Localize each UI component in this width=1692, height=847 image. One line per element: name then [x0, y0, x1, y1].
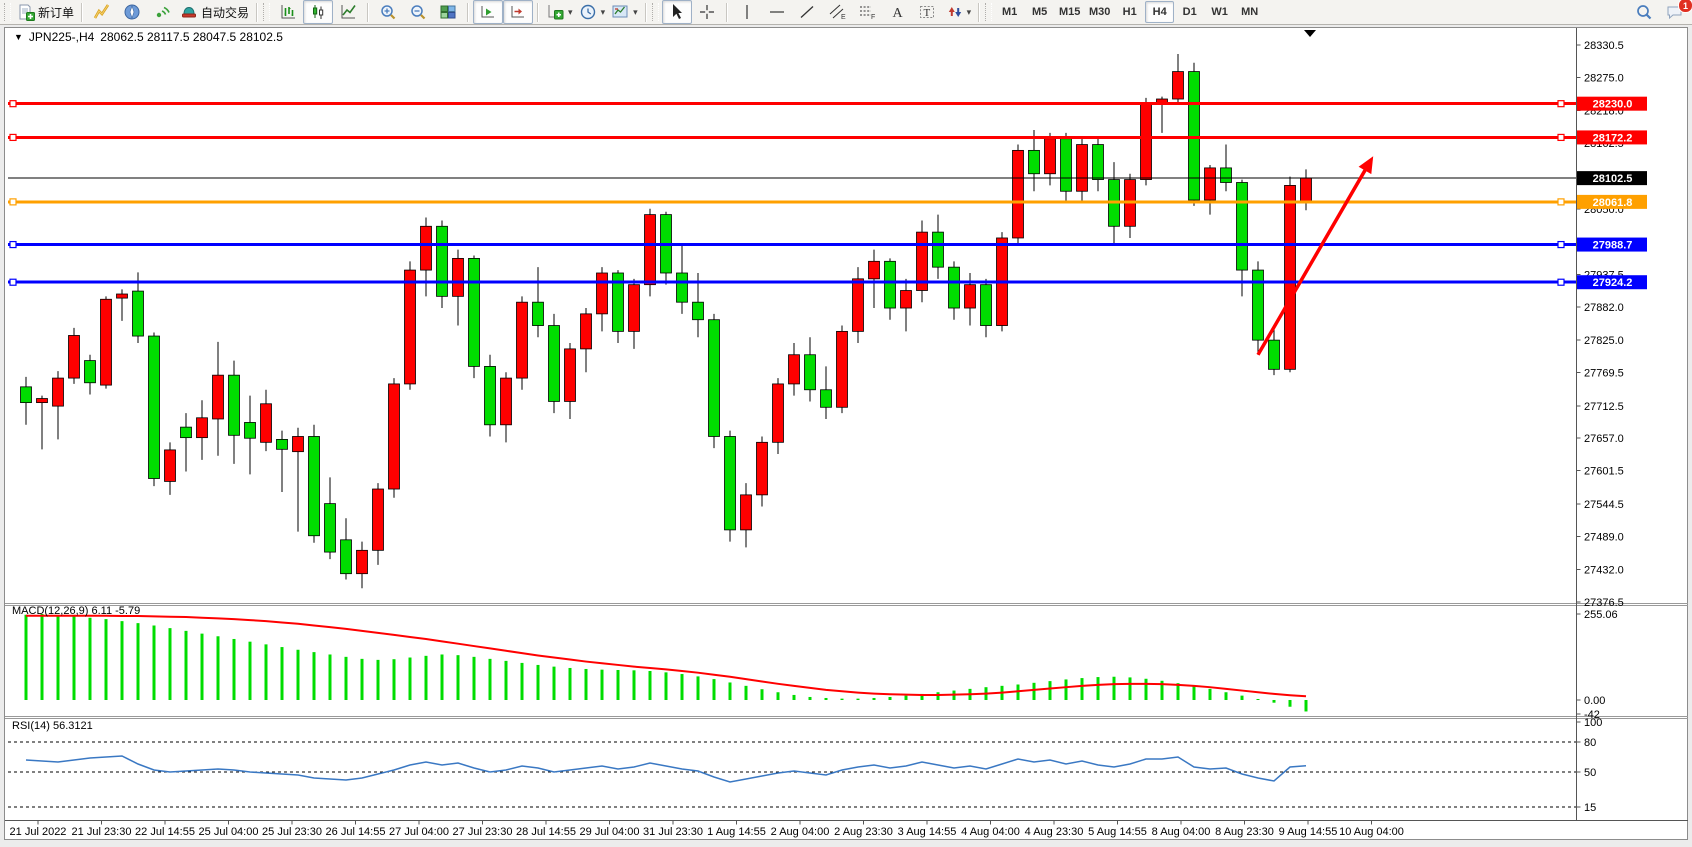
svg-text:31 Jul 23:30: 31 Jul 23:30 [643, 826, 703, 838]
chart-ohlc-values: 28062.5 28117.5 28047.5 28102.5 [100, 30, 283, 44]
macd-panel: 255.060.00-42 [26, 609, 1618, 721]
chart-canvas[interactable]: 28330.528275.028218.028162.528050.027937… [0, 0, 1692, 847]
svg-text:27769.5: 27769.5 [1584, 368, 1624, 380]
svg-text:27 Jul 23:30: 27 Jul 23:30 [453, 826, 513, 838]
svg-text:27432.0: 27432.0 [1584, 565, 1624, 577]
trend-arrow[interactable] [1258, 156, 1373, 355]
svg-text:255.06: 255.06 [1584, 609, 1618, 621]
svg-text:27 Jul 04:00: 27 Jul 04:00 [389, 826, 449, 838]
candlesticks [21, 54, 1312, 588]
svg-text:0.00: 0.00 [1584, 695, 1605, 707]
svg-text:27376.5: 27376.5 [1584, 597, 1624, 609]
hline-28230.0[interactable]: 28230.0 [8, 97, 1647, 111]
svg-text:8 Aug 04:00: 8 Aug 04:00 [1152, 826, 1211, 838]
svg-text:27544.5: 27544.5 [1584, 499, 1624, 511]
svg-text:28172.2: 28172.2 [1593, 132, 1633, 144]
svg-text:15: 15 [1584, 802, 1596, 814]
svg-text:28275.0: 28275.0 [1584, 72, 1624, 84]
svg-text:26 Jul 14:55: 26 Jul 14:55 [326, 826, 386, 838]
hline-27924.2[interactable]: 27924.2 [8, 275, 1647, 289]
svg-text:28061.8: 28061.8 [1593, 197, 1633, 209]
hline-28102.5[interactable]: 28102.5 [8, 171, 1647, 185]
hline-28172.2[interactable]: 28172.2 [8, 130, 1647, 144]
svg-text:27712.5: 27712.5 [1584, 401, 1624, 413]
svg-text:5 Aug 14:55: 5 Aug 14:55 [1088, 826, 1147, 838]
rsi-panel: 100 80 50 15 [8, 717, 1602, 814]
svg-text:27825.0: 27825.0 [1584, 335, 1624, 347]
svg-text:1 Aug 14:55: 1 Aug 14:55 [707, 826, 766, 838]
svg-text:8 Aug 23:30: 8 Aug 23:30 [1215, 826, 1274, 838]
hline-27988.7[interactable]: 27988.7 [8, 238, 1647, 252]
hline-28061.8[interactable]: 28061.8 [8, 195, 1647, 209]
time-axis: 21 Jul 2022 21 Jul 23:3022 Jul 14:55 25 Ju… [10, 821, 1404, 839]
svg-text:27882.0: 27882.0 [1584, 302, 1624, 314]
svg-text:4 Aug 04:00: 4 Aug 04:00 [961, 826, 1020, 838]
svg-text:10 Aug 04:00: 10 Aug 04:00 [1339, 826, 1404, 838]
chart-shift-marker-icon[interactable] [1304, 30, 1316, 37]
svg-text:28230.0: 28230.0 [1593, 99, 1633, 111]
svg-text:25 Jul 23:30: 25 Jul 23:30 [262, 826, 322, 838]
collapse-triangle-icon[interactable]: ▼ [14, 32, 23, 42]
price-axis: 28330.528275.028218.028162.528050.027937… [1577, 40, 1624, 609]
svg-text:27657.0: 27657.0 [1584, 433, 1624, 445]
chart-title-bar: ▼ JPN225-,H4 28062.5 28117.5 28047.5 281… [14, 30, 283, 44]
svg-text:22 Jul 14:55: 22 Jul 14:55 [135, 826, 195, 838]
macd-indicator-label: MACD(12,26,9) 6.11 -5.79 [12, 605, 140, 617]
svg-text:80: 80 [1584, 737, 1596, 749]
svg-text:2 Aug 04:00: 2 Aug 04:00 [771, 826, 830, 838]
svg-text:28 Jul 14:55: 28 Jul 14:55 [516, 826, 576, 838]
svg-text:27489.0: 27489.0 [1584, 531, 1624, 543]
svg-text:21 Jul 2022: 21 Jul 2022 [10, 826, 67, 838]
svg-text:29 Jul 04:00: 29 Jul 04:00 [580, 826, 640, 838]
svg-text:100: 100 [1584, 717, 1602, 729]
panel-separators [5, 28, 1688, 821]
svg-text:27601.5: 27601.5 [1584, 466, 1624, 478]
rsi-indicator-label: RSI(14) 56.3121 [12, 720, 93, 732]
svg-text:25 Jul 04:00: 25 Jul 04:00 [199, 826, 259, 838]
svg-text:27988.7: 27988.7 [1593, 240, 1633, 252]
svg-text:28102.5: 28102.5 [1593, 173, 1633, 185]
svg-text:9 Aug 14:55: 9 Aug 14:55 [1279, 826, 1338, 838]
svg-text:21 Jul 23:30: 21 Jul 23:30 [72, 826, 132, 838]
svg-text:2 Aug 23:30: 2 Aug 23:30 [834, 826, 893, 838]
svg-text:50: 50 [1584, 767, 1596, 779]
svg-text:28330.5: 28330.5 [1584, 40, 1624, 52]
svg-text:3 Aug 14:55: 3 Aug 14:55 [898, 826, 957, 838]
chart-symbol-period: JPN225-,H4 [29, 30, 94, 44]
svg-text:4 Aug 23:30: 4 Aug 23:30 [1025, 826, 1084, 838]
svg-text:27924.2: 27924.2 [1593, 277, 1633, 289]
